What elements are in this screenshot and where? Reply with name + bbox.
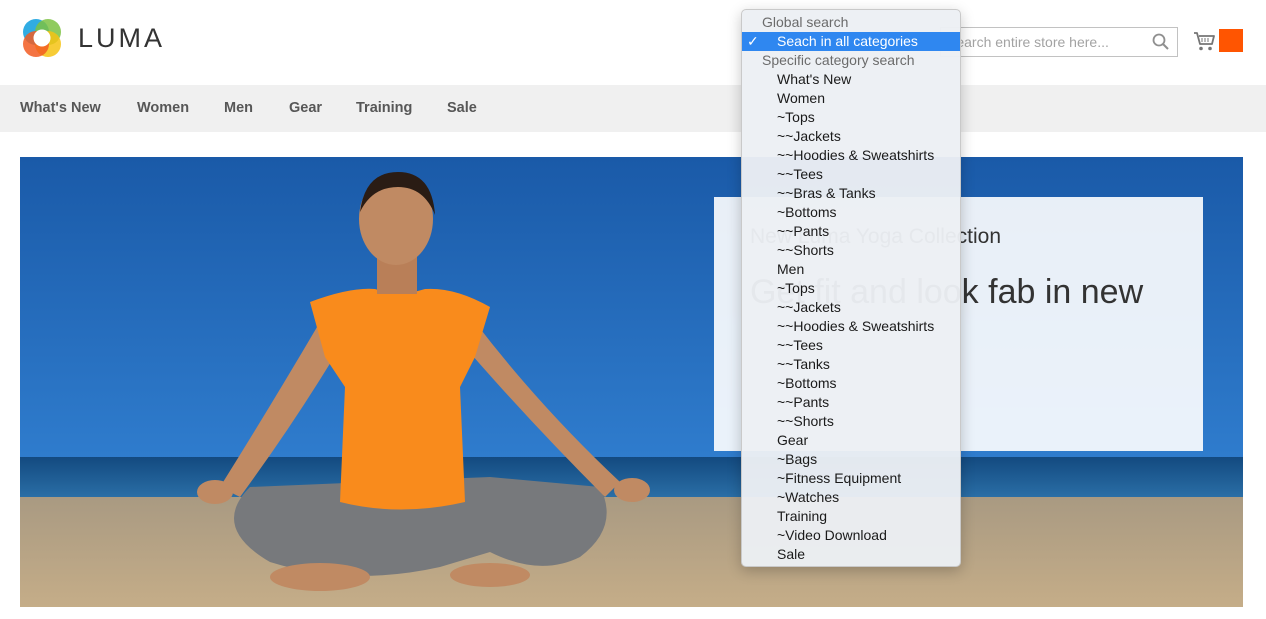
- dropdown-option[interactable]: ~~Jackets: [742, 298, 960, 317]
- dropdown-option[interactable]: ~Video Download: [742, 526, 960, 545]
- dropdown-option-label: ~~Tanks: [777, 356, 830, 372]
- dropdown-option[interactable]: ~Watches: [742, 488, 960, 507]
- nav-item-sale[interactable]: Sale: [447, 85, 477, 132]
- dropdown-option-label: ~~Tees: [777, 166, 823, 182]
- checkmark-icon: ✓: [747, 33, 759, 49]
- search-input[interactable]: [941, 28, 1151, 56]
- dropdown-option[interactable]: Women: [742, 89, 960, 108]
- dropdown-option-label: ~~Hoodies & Sweatshirts: [777, 147, 935, 163]
- dropdown-option[interactable]: ~Fitness Equipment: [742, 469, 960, 488]
- dropdown-option[interactable]: ~Bottoms: [742, 203, 960, 222]
- dropdown-option-label: ~~Hoodies & Sweatshirts: [777, 318, 935, 334]
- dropdown-group-label: Global search: [762, 14, 849, 30]
- dropdown-option-label: ~Bottoms: [777, 375, 837, 391]
- dropdown-option-label: Sale: [777, 546, 806, 562]
- main-navigation: What's New Women Men Gear Training Sale: [0, 85, 1266, 132]
- dropdown-option[interactable]: ~Bags: [742, 450, 960, 469]
- dropdown-option-label: ~Video Download: [777, 527, 887, 543]
- dropdown-option-label: ~~Pants: [777, 394, 830, 410]
- dropdown-option-label: ~~Bras & Tanks: [777, 185, 876, 201]
- dropdown-option[interactable]: ~~Hoodies & Sweatshirts: [742, 317, 960, 336]
- dropdown-option[interactable]: ~~Pants: [742, 393, 960, 412]
- dropdown-option-label: Gear: [777, 432, 809, 448]
- orange-block: [1219, 29, 1243, 52]
- nav-item-women[interactable]: Women: [137, 85, 189, 132]
- dropdown-option-selected[interactable]: ✓ Seach in all categories: [742, 32, 960, 51]
- dropdown-option-label: ~~Jackets: [777, 128, 841, 144]
- dropdown-option[interactable]: ~Bottoms: [742, 374, 960, 393]
- dropdown-option[interactable]: ~~Bras & Tanks: [742, 184, 960, 203]
- search-button[interactable]: [1151, 32, 1171, 52]
- dropdown-option-label: ~Watches: [777, 489, 840, 505]
- dropdown-option[interactable]: ~~Pants: [742, 222, 960, 241]
- dropdown-option[interactable]: ~~Tanks: [742, 355, 960, 374]
- dropdown-option-label: Seach in all categories: [777, 33, 918, 49]
- dropdown-option-label: Training: [777, 508, 828, 524]
- dropdown-option-label: ~Tops: [777, 280, 815, 296]
- cart-icon: [1194, 32, 1215, 51]
- dropdown-option-label: ~Bags: [777, 451, 818, 467]
- dropdown-option-label: ~~Shorts: [777, 242, 834, 258]
- dropdown-option-label: Men: [777, 261, 805, 277]
- dropdown-option[interactable]: Sale: [742, 545, 960, 564]
- page-header: LUMA: [0, 0, 1266, 85]
- dropdown-option[interactable]: ~Tops: [742, 279, 960, 298]
- dropdown-option-label: ~~Tees: [777, 337, 823, 353]
- dropdown-option[interactable]: Training: [742, 507, 960, 526]
- dropdown-option[interactable]: ~~Jackets: [742, 127, 960, 146]
- luma-logo[interactable]: LUMA: [20, 16, 165, 60]
- nav-item-training[interactable]: Training: [356, 85, 412, 132]
- nav-item-gear[interactable]: Gear: [289, 85, 322, 132]
- dropdown-option[interactable]: ~~Tees: [742, 336, 960, 355]
- dropdown-option-label: ~Bottoms: [777, 204, 837, 220]
- dropdown-option-label: ~~Shorts: [777, 413, 834, 429]
- dropdown-option-label: ~~Jackets: [777, 299, 841, 315]
- dropdown-option[interactable]: ~~Hoodies & Sweatshirts: [742, 146, 960, 165]
- search-field[interactable]: [940, 27, 1178, 57]
- dropdown-option[interactable]: ~Tops: [742, 108, 960, 127]
- nav-item-men[interactable]: Men: [224, 85, 253, 132]
- nav-item-whats-new[interactable]: What's New: [20, 85, 101, 132]
- dropdown-option[interactable]: Men: [742, 260, 960, 279]
- dropdown-option[interactable]: ~~Shorts: [742, 412, 960, 431]
- brand-name: LUMA: [78, 22, 166, 53]
- dropdown-option-label: Women: [777, 90, 825, 106]
- search-icon: [1152, 33, 1169, 50]
- dropdown-option[interactable]: Gear: [742, 431, 960, 450]
- search-category-dropdown[interactable]: Global search ✓ Seach in all categories Spe…: [741, 9, 961, 567]
- luma-logo-icon: [23, 19, 61, 57]
- dropdown-option-label: What's New: [777, 71, 852, 87]
- dropdown-option-label: ~Tops: [777, 109, 815, 125]
- dropdown-option-label: ~Fitness Equipment: [777, 470, 902, 486]
- dropdown-option-label: ~~Pants: [777, 223, 830, 239]
- dropdown-option[interactable]: ~~Tees: [742, 165, 960, 184]
- dropdown-option[interactable]: What's New: [742, 70, 960, 89]
- dropdown-option[interactable]: ~~Shorts: [742, 241, 960, 260]
- minicart-button[interactable]: [1193, 29, 1217, 53]
- dropdown-group-label: Specific category search: [762, 52, 915, 68]
